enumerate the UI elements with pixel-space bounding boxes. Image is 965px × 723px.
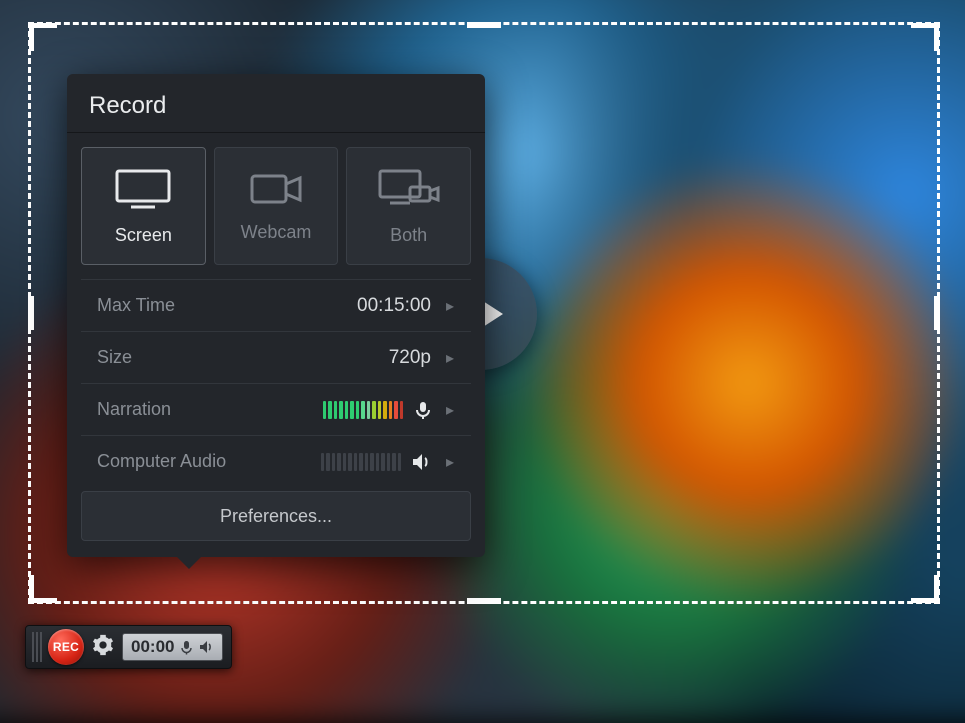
- setting-max-time[interactable]: Max Time 00:15:00 ▸: [81, 279, 471, 331]
- size-value: 720p: [389, 347, 431, 369]
- preferences-label: Preferences...: [220, 506, 332, 527]
- panel-pointer: [177, 557, 201, 569]
- resize-handle-bottom-left[interactable]: [29, 575, 57, 603]
- recorder-toolbar[interactable]: REC 00:00: [25, 625, 232, 669]
- source-webcam-button[interactable]: Webcam: [214, 147, 339, 265]
- chevron-right-icon: ▸: [441, 348, 459, 368]
- source-both-label: Both: [390, 225, 427, 246]
- microphone-icon[interactable]: [413, 400, 433, 420]
- source-screen-label: Screen: [115, 225, 172, 246]
- resize-handle-top[interactable]: [467, 22, 501, 28]
- computer-audio-level-meter: [321, 452, 402, 472]
- setting-computer-audio[interactable]: Computer Audio ▸: [81, 435, 471, 487]
- resize-handle-top-left[interactable]: [29, 23, 57, 51]
- narration-level-meter: [323, 400, 404, 420]
- preferences-button[interactable]: Preferences...: [81, 491, 471, 541]
- max-time-value: 00:15:00: [357, 295, 431, 317]
- setting-size[interactable]: Size 720p ▸: [81, 331, 471, 383]
- setting-narration[interactable]: Narration ▸: [81, 383, 471, 435]
- resize-handle-right[interactable]: [934, 296, 940, 330]
- resize-handle-top-right[interactable]: [911, 23, 939, 51]
- resize-handle-left[interactable]: [28, 296, 34, 330]
- max-time-label: Max Time: [97, 295, 357, 316]
- chevron-right-icon: ▸: [441, 400, 459, 420]
- source-webcam-label: Webcam: [241, 222, 312, 243]
- screen-webcam-icon: [376, 167, 442, 211]
- chevron-right-icon: ▸: [441, 296, 459, 316]
- resize-handle-bottom-right[interactable]: [911, 575, 939, 603]
- record-panel: Record Screen Webcam: [67, 74, 485, 557]
- monitor-icon: [113, 167, 173, 211]
- drag-grip[interactable]: [32, 632, 42, 662]
- chevron-right-icon: ▸: [441, 452, 459, 472]
- source-screen-button[interactable]: Screen: [81, 147, 206, 265]
- microphone-icon[interactable]: [180, 640, 193, 655]
- webcam-icon: [248, 170, 304, 208]
- gear-icon: [92, 634, 114, 661]
- record-button[interactable]: REC: [48, 629, 84, 665]
- settings-button[interactable]: [90, 634, 116, 660]
- record-button-label: REC: [53, 640, 79, 654]
- elapsed-time-box: 00:00: [122, 633, 223, 661]
- source-selector: Screen Webcam: [81, 147, 471, 265]
- resize-handle-bottom[interactable]: [467, 598, 501, 604]
- speaker-icon[interactable]: [411, 452, 433, 472]
- source-both-button[interactable]: Both: [346, 147, 471, 265]
- elapsed-time: 00:00: [131, 637, 174, 657]
- panel-title: Record: [67, 74, 485, 133]
- size-label: Size: [97, 347, 389, 368]
- computer-audio-label: Computer Audio: [97, 451, 321, 472]
- narration-label: Narration: [97, 399, 323, 420]
- speaker-icon[interactable]: [199, 640, 214, 654]
